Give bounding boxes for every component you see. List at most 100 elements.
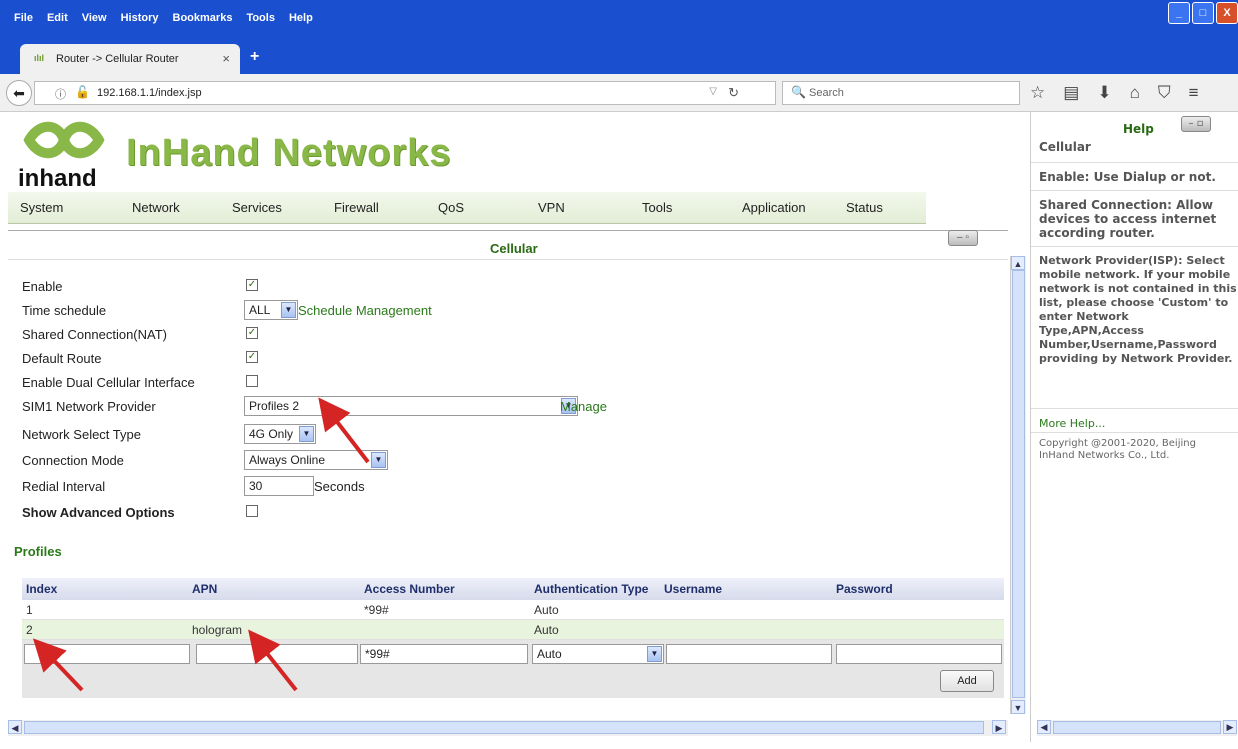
profiles-header: Index APN Access Number Authentication T… (22, 578, 1004, 600)
nav-qos[interactable]: QoS (438, 200, 464, 215)
home-icon[interactable]: ⌂ (1130, 83, 1140, 103)
nav-network[interactable]: Network (132, 200, 180, 215)
panel-minimize-button[interactable]: – ▫ (948, 230, 978, 246)
advanced-options-checkbox[interactable] (246, 505, 258, 517)
connection-mode-value: Always Online (249, 453, 326, 467)
row2-index: 2 (26, 623, 33, 637)
sim1-provider-select[interactable]: Profiles 2 ▼ (244, 396, 578, 416)
table-row[interactable]: 2 hologram Auto (22, 620, 1004, 640)
hscroll-thumb[interactable] (24, 721, 984, 734)
nav-firewall[interactable]: Firewall (334, 200, 379, 215)
help-horizontal-scrollbar[interactable]: ◀ ▶ (1037, 720, 1237, 736)
nav-status[interactable]: Status (846, 200, 883, 215)
info-icon[interactable]: ⓘ (55, 86, 66, 102)
menu-history[interactable]: History (121, 12, 159, 24)
row1-access: *99# (364, 603, 389, 617)
scroll-down-icon[interactable]: ▼ (1011, 700, 1025, 714)
scroll-left-icon[interactable]: ◀ (1037, 720, 1051, 734)
insecure-lock-icon[interactable]: 🔓 (75, 85, 90, 99)
maximize-button[interactable]: □ (1192, 2, 1214, 24)
reader-icon[interactable]: ▤ (1063, 83, 1079, 103)
pocket-icon[interactable]: ⛉ (1158, 83, 1171, 103)
row2-apn: hologram (192, 623, 243, 637)
url-dropdown-icon[interactable]: ▽ (709, 86, 717, 97)
download-icon[interactable]: ⬇ (1097, 83, 1111, 103)
search-input[interactable]: 🔍 Search (782, 81, 1020, 105)
menu-bar: File Edit View History Bookmarks Tools H… (0, 0, 1238, 38)
tab-close-icon[interactable]: × (222, 51, 230, 66)
menu-icon[interactable]: ≡ (1189, 83, 1199, 103)
redial-interval-input[interactable]: 30 (244, 476, 314, 496)
help-provider-text: Network Provider(ISP): Select mobile net… (1039, 254, 1237, 365)
new-apn-input[interactable] (196, 644, 358, 664)
new-index-input[interactable] (24, 644, 190, 664)
enable-checkbox[interactable]: ✓ (246, 279, 258, 291)
row-advanced: Show Advanced Options (22, 502, 1012, 522)
network-select-type-select[interactable]: 4G Only ▼ (244, 424, 316, 444)
url-text: 192.168.1.1/index.jsp (97, 87, 202, 99)
new-password-input[interactable] (836, 644, 1002, 664)
connection-mode-select[interactable]: Always Online ▼ (244, 450, 388, 470)
menu-view[interactable]: View (82, 12, 107, 24)
scroll-left-icon[interactable]: ◀ (8, 720, 22, 734)
horizontal-scrollbar[interactable]: ◀ ▶ (8, 720, 1008, 736)
row-dual-cellular: Enable Dual Cellular Interface (22, 372, 1012, 392)
dual-cellular-checkbox[interactable] (246, 375, 258, 387)
scroll-thumb[interactable] (1012, 270, 1025, 698)
default-route-checkbox[interactable]: ✓ (246, 351, 258, 363)
schedule-management-link[interactable]: Schedule Management (298, 303, 432, 318)
new-auth-type-select[interactable]: Auto ▼ (532, 644, 664, 664)
browser-tab[interactable]: ılıl Router -> Cellular Router × (20, 44, 240, 74)
reload-icon[interactable]: ↻ (728, 85, 739, 101)
bookmark-star-icon[interactable]: ☆ (1030, 83, 1045, 103)
new-access-number-input[interactable]: *99# (360, 644, 528, 664)
url-bar[interactable]: ⓘ 🔓 192.168.1.1/index.jsp ▽ ↻ (34, 81, 776, 105)
row-redial: Redial Interval 30 Seconds (22, 476, 1012, 496)
close-button[interactable]: X (1216, 2, 1238, 24)
back-button[interactable]: ⬅ (6, 80, 32, 106)
help-minimize-button[interactable]: – ▫ (1181, 116, 1211, 132)
scroll-right-icon[interactable]: ▶ (992, 720, 1006, 734)
nav-system[interactable]: System (20, 200, 63, 215)
nav-application[interactable]: Application (742, 200, 806, 215)
more-help-link[interactable]: More Help... (1039, 417, 1105, 430)
brand-name: InHand Networks (126, 132, 452, 174)
main-nav: System Network Services Firewall QoS VPN… (8, 192, 926, 224)
manage-link[interactable]: Manage (560, 399, 607, 414)
vertical-scrollbar[interactable]: ▲ ▼ (1010, 256, 1026, 714)
menu-edit[interactable]: Edit (47, 12, 68, 24)
sim1-provider-label: SIM1 Network Provider (22, 399, 156, 414)
scroll-up-icon[interactable]: ▲ (1011, 256, 1025, 270)
table-row[interactable]: 1 *99# Auto (22, 600, 1004, 620)
help-enable-text: Enable: Use Dialup or not. (1039, 170, 1216, 184)
menu-tools[interactable]: Tools (246, 12, 275, 24)
chevron-down-icon: ▼ (299, 426, 314, 442)
logo-text: inhand (18, 165, 97, 192)
nav-vpn[interactable]: VPN (538, 200, 565, 215)
time-schedule-select[interactable]: ALL ▼ (244, 300, 298, 320)
chevron-down-icon: ▼ (281, 302, 296, 318)
help-title: Help (1123, 122, 1154, 136)
row-enable: Enable ✓ (22, 276, 1012, 296)
network-select-label: Network Select Type (22, 427, 141, 442)
nav-services[interactable]: Services (232, 200, 282, 215)
time-schedule-label: Time schedule (22, 303, 107, 318)
dual-cellular-label: Enable Dual Cellular Interface (22, 375, 195, 390)
menu-file[interactable]: File (14, 12, 33, 24)
shared-nat-checkbox[interactable]: ✓ (246, 327, 258, 339)
col-username: Username (664, 582, 723, 596)
help-shared-text: Shared Connection: Allow devices to acce… (1039, 198, 1217, 240)
add-button[interactable]: Add (940, 670, 994, 692)
col-index: Index (26, 582, 58, 596)
help-hscroll-thumb[interactable] (1053, 721, 1221, 734)
profiles-table: Index APN Access Number Authentication T… (22, 578, 1004, 698)
scroll-right-icon[interactable]: ▶ (1223, 720, 1237, 734)
search-placeholder: Search (809, 87, 844, 99)
menu-bookmarks[interactable]: Bookmarks (173, 12, 233, 24)
new-username-input[interactable] (666, 644, 832, 664)
menu-help[interactable]: Help (289, 12, 313, 24)
nav-tools[interactable]: Tools (642, 200, 672, 215)
section-title: Cellular (490, 241, 538, 256)
minimize-button[interactable]: _ (1168, 2, 1190, 24)
new-tab-button[interactable]: + (250, 48, 259, 66)
